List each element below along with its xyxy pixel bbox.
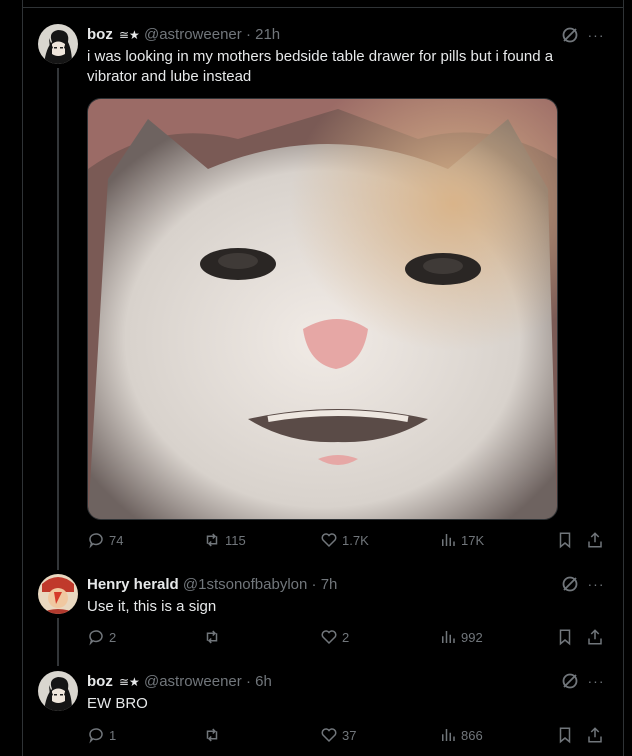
reply-icon — [89, 728, 103, 744]
tweet-actions: 74 115 1.7K 17K — [87, 531, 609, 551]
retweet-button[interactable]: 115 — [203, 531, 246, 549]
tweet-actions: 1 37 866 — [87, 726, 609, 746]
thread-connector-line — [57, 618, 59, 666]
bookmark-button[interactable] — [556, 726, 574, 744]
more-icon[interactable]: ··· — [585, 28, 607, 48]
grok-icon[interactable] — [560, 574, 580, 594]
tweet-header: boz ≅★ @astroweener · 6h — [87, 673, 272, 690]
avatar[interactable] — [38, 671, 78, 711]
tweet-text: EW BRO — [87, 695, 148, 712]
reply-icon — [89, 630, 103, 646]
views-button[interactable]: 866 — [439, 726, 483, 744]
share-button[interactable] — [586, 726, 604, 744]
view-count: 17K — [461, 532, 485, 548]
views-button[interactable]: 992 — [439, 628, 483, 646]
avatar[interactable] — [38, 24, 78, 64]
like-button[interactable]: 1.7K — [320, 531, 369, 549]
share-icon — [588, 532, 602, 548]
reply-icon — [89, 533, 103, 549]
retweet-button[interactable] — [203, 628, 225, 646]
tweet-actions: 2 2 992 — [87, 628, 609, 648]
name-emoji: ≅★ — [119, 28, 140, 42]
avatar[interactable] — [38, 574, 78, 614]
retweet-button[interactable] — [203, 726, 225, 744]
more-icon[interactable]: ··· — [585, 577, 607, 597]
views-icon — [442, 729, 455, 741]
display-name[interactable]: Henry herald — [87, 576, 179, 593]
heart-icon — [321, 728, 337, 743]
heart-icon — [321, 533, 337, 548]
display-name[interactable]: boz — [87, 673, 113, 690]
name-emoji: ≅★ — [119, 675, 140, 689]
username[interactable]: @astroweener — [144, 26, 242, 43]
like-count: 1.7K — [342, 532, 369, 548]
display-name[interactable]: boz — [87, 26, 113, 43]
tweet-text: i was looking in my mothers bedside tabl… — [87, 48, 554, 85]
view-count: 866 — [461, 727, 483, 743]
like-count: 2 — [342, 629, 350, 645]
bookmark-icon — [559, 727, 571, 744]
timestamp[interactable]: 7h — [321, 576, 338, 593]
reply-button[interactable]: 74 — [87, 531, 123, 549]
thread-connector-line — [57, 68, 59, 570]
share-icon — [588, 629, 602, 645]
tweet-header: boz ≅★ @astroweener · 21h — [87, 26, 280, 43]
timestamp[interactable]: 21h — [255, 26, 280, 43]
retweet-count: 115 — [225, 532, 246, 548]
like-button[interactable]: 37 — [320, 726, 356, 744]
username[interactable]: @1stsonofbabylon — [183, 576, 307, 593]
tweet-text: Use it, this is a sign — [87, 598, 217, 615]
retweet-icon — [206, 630, 218, 644]
reply-button[interactable]: 1 — [87, 726, 116, 744]
views-icon — [442, 631, 455, 643]
reply-count: 1 — [109, 727, 117, 743]
cat-face-image — [88, 99, 557, 519]
share-button[interactable] — [586, 531, 604, 549]
share-icon — [588, 727, 602, 743]
more-icon[interactable]: ··· — [585, 674, 607, 694]
share-button[interactable] — [586, 628, 604, 646]
reply-count: 74 — [109, 532, 124, 548]
bookmark-button[interactable] — [556, 531, 574, 549]
reply-button[interactable]: 2 — [87, 628, 116, 646]
bookmark-icon — [559, 629, 571, 646]
retweet-icon — [206, 728, 218, 742]
tweet-image[interactable] — [87, 98, 558, 520]
reply-count: 2 — [109, 629, 117, 645]
separator: · — [311, 576, 317, 593]
grok-icon[interactable] — [560, 671, 580, 691]
bookmark-button[interactable] — [556, 628, 574, 646]
heart-icon — [321, 630, 337, 645]
like-count: 37 — [342, 727, 357, 743]
views-button[interactable]: 17K — [439, 531, 484, 549]
view-count: 992 — [461, 629, 483, 645]
divider — [22, 7, 623, 8]
like-button[interactable]: 2 — [320, 628, 349, 646]
separator: · — [245, 26, 251, 43]
grok-icon[interactable] — [560, 25, 580, 45]
tweet-header: Henry herald @1stsonofbabylon · 7h — [87, 576, 337, 593]
timestamp[interactable]: 6h — [255, 673, 272, 690]
views-icon — [442, 534, 455, 546]
bookmark-icon — [559, 532, 571, 549]
retweet-icon — [206, 533, 218, 547]
username[interactable]: @astroweener — [144, 673, 242, 690]
separator: · — [245, 673, 251, 690]
